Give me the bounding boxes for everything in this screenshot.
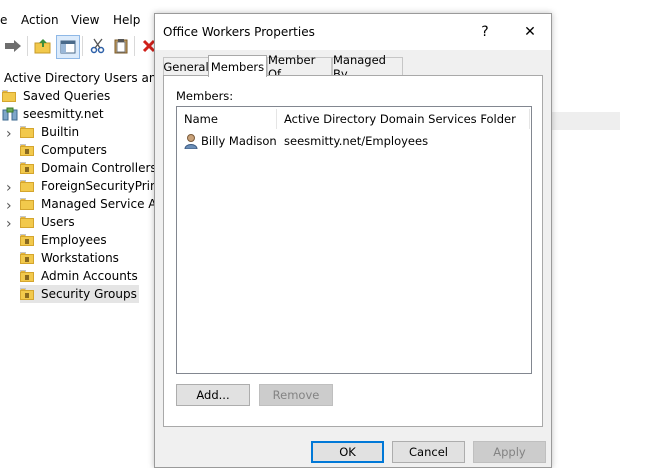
tree-item-domain[interactable]: seesmitty.net [2,105,104,123]
cut-icon[interactable] [87,35,109,57]
member-name: Billy Madison [201,134,277,148]
add-button[interactable]: Add... [176,384,250,406]
remove-button[interactable]: Remove [259,384,333,406]
tree-item-label: seesmitty.net [23,107,104,121]
tree-item-label: Security Groups [41,287,137,301]
tab-member-of[interactable]: Member Of [267,53,332,81]
folder-icon [20,252,35,264]
dialog-title-bar[interactable]: Office Workers Properties ? ✕ [155,14,551,50]
folder-icon [20,126,35,138]
members-list[interactable]: Name Active Directory Domain Services Fo… [176,106,532,374]
tab-general[interactable]: General [163,57,209,76]
back-arrow-icon[interactable] [2,35,24,57]
tree-item-security-groups[interactable]: Security Groups [20,285,139,303]
tab-managed-by[interactable]: Managed By [332,53,403,81]
folder-icon [20,198,35,210]
menu-help[interactable]: Help [113,13,140,27]
list-header: Name Active Directory Domain Services Fo… [177,107,531,131]
column-header-folder[interactable]: Active Directory Domain Services Folder [284,107,516,131]
members-tab-panel: Members: Name Active Directory Domain Se… [163,75,543,427]
tree-item-employees[interactable]: Employees [20,231,107,249]
cancel-button[interactable]: Cancel [392,441,465,463]
tree-item-admin-accounts[interactable]: Admin Accounts [20,267,138,285]
tree-root[interactable]: Active Directory Users and C [4,69,176,87]
up-folder-icon[interactable] [32,35,54,57]
close-button[interactable]: ✕ [512,20,548,44]
member-name-cell: Billy Madison [184,132,277,150]
result-pane-selection [552,112,620,130]
tree-item-users[interactable]: Users [20,213,75,231]
tree-root-label: Active Directory Users and C [4,71,177,85]
tree-item-computers[interactable]: Computers [20,141,107,159]
paste-icon[interactable] [110,35,132,57]
folder-icon [20,144,35,156]
folder-icon [20,162,35,174]
help-button[interactable]: ? [467,20,503,44]
table-row[interactable]: Billy Madison seesmitty.net/Employees [177,132,531,150]
expand-chevron-icon[interactable]: › [6,216,12,232]
expand-chevron-icon[interactable]: › [6,180,12,196]
tree-item-label: Builtin [41,125,80,139]
folder-icon [20,180,35,192]
tree-item-workstations[interactable]: Workstations [20,249,119,267]
properties-dialog: Office Workers Properties ? ✕ General Me… [154,13,552,468]
tab-members[interactable]: Members [208,55,267,77]
tree-item-label: Domain Controllers [41,161,157,175]
folder-icon [20,270,35,282]
column-header-name[interactable]: Name [184,107,218,131]
tree-item-label: Employees [41,233,107,247]
menu-view[interactable]: View [71,13,99,27]
tree-item-builtin[interactable]: Builtin [20,123,79,141]
apply-button[interactable]: Apply [473,441,546,463]
tree-item-label: Saved Queries [23,89,111,103]
tree-item-label: ForeignSecurityPrinci [41,179,168,193]
tree-item-label: Users [41,215,75,229]
tree-item-label: Computers [41,143,107,157]
user-icon [184,134,198,149]
tree-item-foreignsecurityprinci[interactable]: ForeignSecurityPrinci [20,177,168,195]
show-tree-icon[interactable] [56,35,80,59]
menu-action[interactable]: Action [21,13,59,27]
member-folder-cell: seesmitty.net/Employees [284,134,429,148]
menu-file[interactable]: e [0,13,7,27]
folder-icon [20,234,35,246]
tree-item-saved-queries[interactable]: Saved Queries [2,87,110,105]
tree-item-label: Admin Accounts [41,269,138,283]
tree-item-managed-service-acc[interactable]: Managed Service Acc [20,195,169,213]
expand-chevron-icon[interactable]: › [6,198,12,214]
tree-item-domain-controllers[interactable]: Domain Controllers [20,159,157,177]
dialog-title: Office Workers Properties [163,25,315,39]
tree-item-label: Workstations [41,251,119,265]
members-label: Members: [176,89,234,103]
folder-icon [20,216,35,228]
domain-icon [2,107,18,121]
ok-button[interactable]: OK [311,441,384,463]
folder-icon [20,288,35,300]
expand-chevron-icon[interactable]: › [6,126,12,142]
folder-icon [2,90,17,102]
tree-item-label: Managed Service Acc [41,197,170,211]
